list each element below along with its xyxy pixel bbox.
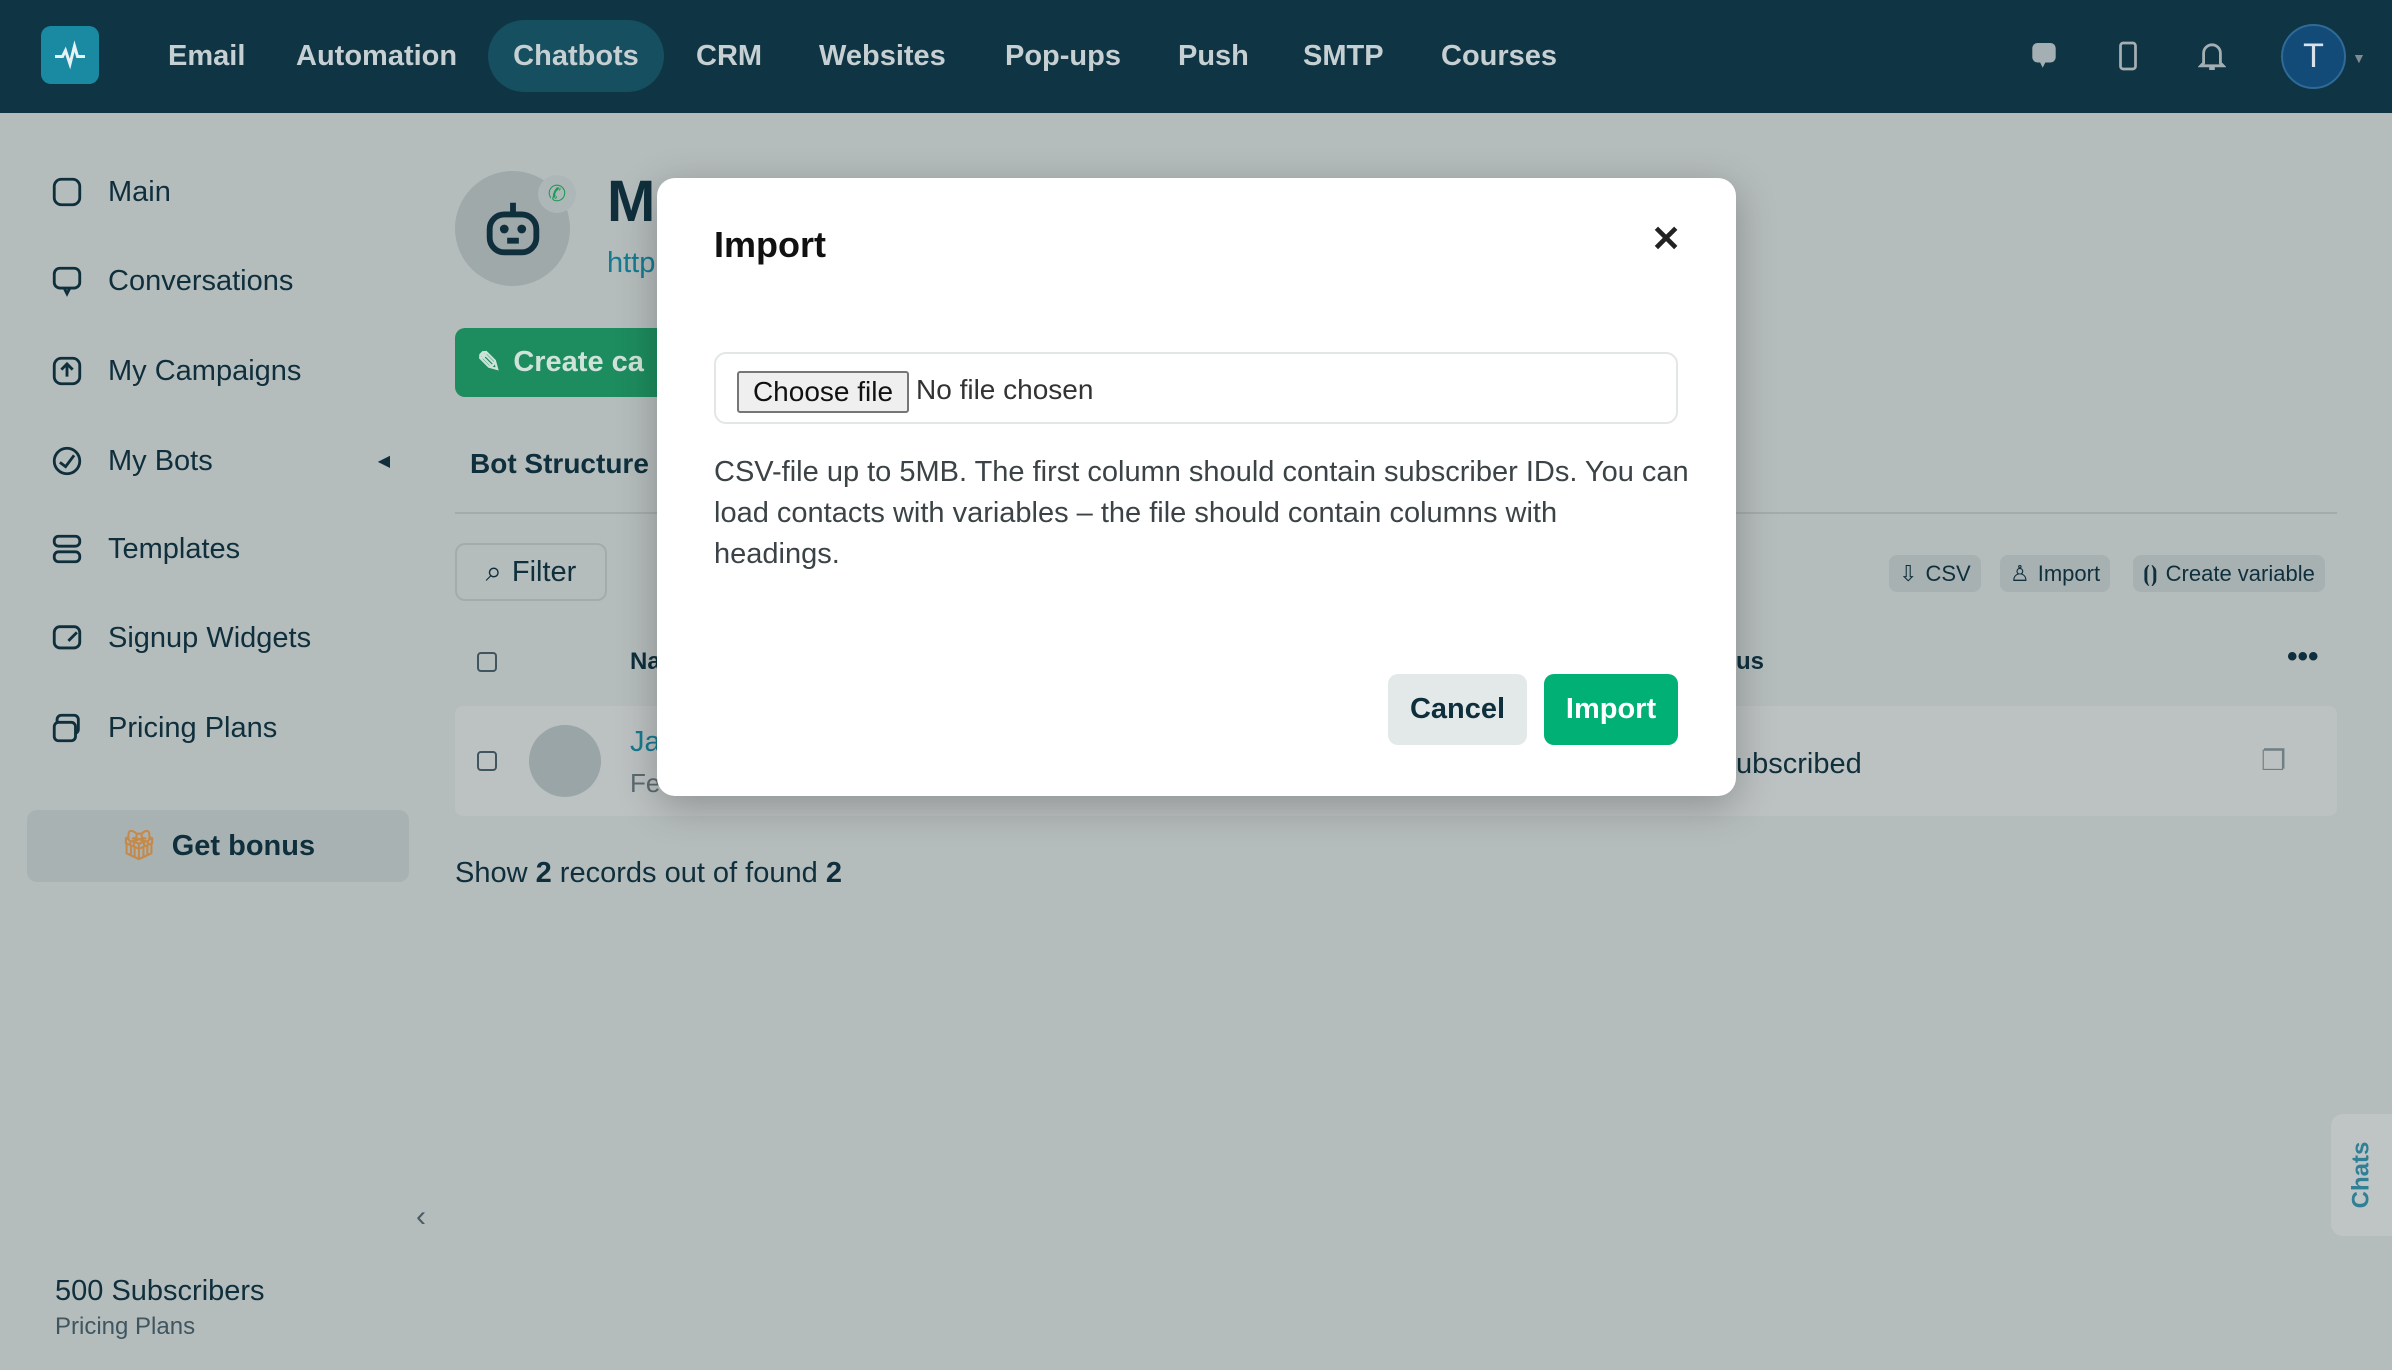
nav-websites[interactable]: Websites: [795, 20, 970, 92]
caret-left-icon: ◀: [377, 453, 390, 470]
app-logo[interactable]: [41, 26, 99, 84]
choose-file-button[interactable]: Choose file: [737, 371, 909, 413]
nav-chatbots[interactable]: Chatbots: [488, 20, 664, 92]
filter-button[interactable]: ⌕ Filter: [455, 543, 607, 601]
file-status: No file chosen: [916, 374, 1094, 405]
chats-tab-label: Chats: [2347, 1141, 2375, 1209]
tab-bot-structure[interactable]: Bot Structure: [470, 448, 649, 480]
more-options-icon[interactable]: •••: [2287, 640, 2319, 674]
copy-chat-icon[interactable]: ❐: [2261, 744, 2286, 777]
create-campaign-label: Create ca: [513, 346, 644, 378]
sidebar-item-my-campaigns[interactable]: My Campaigns: [50, 346, 301, 396]
bot-link[interactable]: http: [607, 247, 655, 280]
gift-icon: 🎁︎: [120, 830, 158, 862]
sidebar-item-label: My Campaigns: [108, 354, 302, 387]
upload-icon: [52, 356, 82, 386]
sidebar-item-main[interactable]: Main: [50, 167, 171, 217]
home-icon: [52, 177, 82, 207]
contact-subtext: Fe: [630, 768, 661, 798]
whatsapp-icon: ✆: [538, 175, 576, 213]
mobile-icon[interactable]: [2110, 38, 2146, 74]
pulse-icon: [55, 40, 85, 70]
top-navbar: Email Automation Chatbots CRM Websites P…: [0, 0, 2392, 113]
select-all-checkbox[interactable]: [477, 652, 497, 672]
nav-crm[interactable]: CRM: [672, 20, 786, 92]
nav-email[interactable]: Email: [144, 20, 269, 92]
bot-title: M: [607, 169, 656, 234]
layers-icon: [52, 534, 82, 564]
sidebar-item-label: Conversations: [108, 264, 294, 297]
create-campaign-button[interactable]: ✎ Create ca: [455, 328, 675, 397]
sidebar-item-label: My Bots: [108, 444, 213, 477]
column-header-status[interactable]: us: [1736, 648, 1764, 676]
nav-popups[interactable]: Pop-ups: [981, 20, 1145, 92]
nav-smtp[interactable]: SMTP: [1279, 20, 1408, 92]
filter-label: Filter: [511, 555, 577, 588]
nav-push[interactable]: Push: [1154, 20, 1273, 92]
sidebar-item-my-bots[interactable]: My Bots ◀: [50, 436, 390, 486]
get-bonus-button[interactable]: 🎁︎ Get bonus: [27, 810, 409, 882]
sidebar-item-signup-widgets[interactable]: Signup Widgets: [50, 613, 311, 663]
csv-export-button[interactable]: ⇩ CSV: [1889, 555, 1981, 592]
pricing-plans-link[interactable]: Pricing Plans: [55, 1313, 195, 1341]
nav-automation[interactable]: Automation: [272, 20, 481, 92]
search-icon: ⌕: [485, 555, 502, 588]
widget-icon: [52, 625, 82, 650]
user-add-icon: ♙: [2010, 560, 2030, 586]
chat-support-icon[interactable]: [2026, 38, 2062, 74]
records-summary: Show 2 records out of found 2: [455, 857, 842, 889]
sidebar-item-templates[interactable]: Templates: [50, 524, 240, 574]
file-input[interactable]: Choose file No file chosen: [714, 352, 1678, 424]
import-description: CSV-file up to 5MB. The first column sho…: [714, 456, 1689, 570]
chat-icon: [52, 266, 82, 297]
robot-icon: [486, 202, 539, 255]
import-modal: Import ✕ Choose file No file chosen CSV-…: [657, 178, 1736, 796]
user-avatar[interactable]: T: [2281, 24, 2346, 89]
chats-tab[interactable]: Chats: [2331, 1114, 2392, 1236]
import-label: Import: [2037, 560, 2101, 586]
nav-courses[interactable]: Courses: [1417, 20, 1581, 92]
bell-icon[interactable]: [2194, 38, 2230, 74]
sidebar-item-pricing-plans[interactable]: Pricing Plans: [50, 703, 277, 753]
sidebar-item-label: Templates: [108, 532, 241, 565]
subscriber-count: 500 Subscribers: [55, 1275, 265, 1307]
import-submit-button[interactable]: Import: [1544, 674, 1678, 745]
modal-title: Import: [714, 224, 826, 265]
sidebar-item-label: Pricing Plans: [108, 711, 278, 744]
chevron-down-icon[interactable]: ▼: [2352, 50, 2366, 66]
get-bonus-label: Get bonus: [171, 829, 316, 862]
create-variable-button[interactable]: ⦗⦘ Create variable: [2133, 555, 2325, 592]
row-checkbox[interactable]: [477, 751, 497, 771]
cloud-download-icon: ⇩: [1899, 560, 1918, 586]
collapse-sidebar-icon[interactable]: ‹: [416, 1200, 426, 1234]
contact-avatar: [529, 725, 601, 797]
create-variable-label: Create variable: [2165, 560, 2315, 586]
card-icon: [52, 713, 80, 743]
sidebar-item-label: Main: [108, 175, 171, 208]
sidebar-item-conversations[interactable]: Conversations: [50, 256, 293, 306]
csv-label: CSV: [1925, 560, 1971, 586]
import-button[interactable]: ♙ Import: [2000, 555, 2111, 592]
contact-status: ubscribed: [1736, 748, 1862, 780]
sidebar-item-label: Signup Widgets: [108, 621, 312, 654]
edit-icon: ✎: [477, 347, 502, 379]
cancel-button[interactable]: Cancel: [1388, 674, 1527, 745]
close-icon[interactable]: ✕: [1651, 218, 1681, 260]
bot-icon: [52, 446, 82, 476]
variable-icon: ⦗⦘: [2143, 560, 2158, 586]
